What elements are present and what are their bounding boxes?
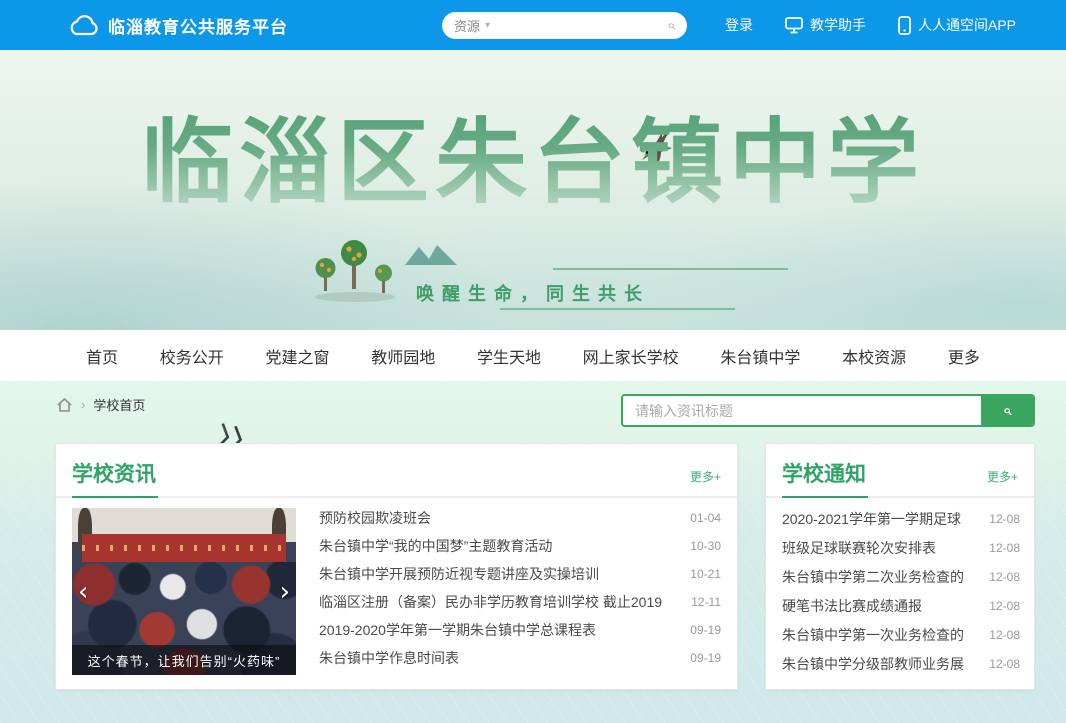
chevron-right-icon: › — [81, 397, 85, 412]
notice-date: 12-08 — [989, 570, 1020, 584]
news-search-box: ⌕ — [621, 394, 1035, 427]
brand[interactable]: 临淄教育公共服务平台 — [68, 13, 288, 38]
news-list-item[interactable]: 2019-2020学年第一学期朱台镇中学总课程表 09-19 — [319, 616, 721, 644]
hero-banner: 临淄区朱台镇中学 唤醒生命，同生共长 — [0, 50, 1066, 330]
notice-list: 2020-2021学年第一学期足球 12-08 班级足球联赛轮次安排表 12-0… — [782, 504, 1020, 678]
breadcrumb: › 学校首页 — [56, 395, 145, 414]
cloud-icon — [68, 14, 98, 36]
panel-divider — [766, 496, 1034, 498]
nav-item-party-building[interactable]: 党建之窗 — [265, 344, 329, 368]
subtitle-rule-bottom — [500, 308, 735, 310]
news-title: 2019-2020学年第一学期朱台镇中学总课程表 — [319, 620, 680, 640]
content-area: 〉〉 › 学校首页 ⌕ 学校资讯 更多+ 这个春节，让我们告别“火药味” ‹ › — [0, 382, 1066, 723]
notice-title: 朱台镇中学分级部教师业务展 — [782, 654, 979, 674]
notice-title: 班级足球联赛轮次安排表 — [782, 538, 979, 558]
news-title: 朱台镇中学“我的中国梦”主题教育活动 — [319, 536, 680, 556]
photo-red-banner — [82, 534, 286, 562]
mountains-decoration — [405, 243, 457, 270]
nav-item-home[interactable]: 首页 — [86, 344, 118, 368]
search-scope-select[interactable]: 资源 — [454, 16, 480, 35]
school-motto: 唤醒生命，同生共长 — [0, 280, 1066, 306]
app-link[interactable]: 人人通空间APP — [898, 15, 1016, 35]
news-list: 预防校园欺凌班会 01-04 朱台镇中学“我的中国梦”主题教育活动 10-30 … — [319, 504, 721, 672]
notice-title: 硬笔书法比赛成绩通报 — [782, 596, 979, 616]
news-search-input[interactable] — [623, 396, 981, 425]
notice-panel-title: 学校通知 — [782, 458, 866, 488]
search-icon[interactable]: ⌕ — [667, 17, 675, 34]
notice-date: 12-08 — [989, 512, 1020, 526]
news-list-item[interactable]: 临淄区注册（备案）民办非学历教育培训学校 截止2019 12-11 — [319, 588, 721, 616]
app-label: 人人通空间APP — [918, 15, 1016, 35]
teaching-assistant-link[interactable]: 教学助手 — [785, 15, 866, 35]
nav-item-school-resources[interactable]: 本校资源 — [842, 344, 906, 368]
news-title: 预防校园欺凌班会 — [319, 508, 680, 528]
login-label: 登录 — [725, 15, 753, 35]
login-link[interactable]: 登录 — [725, 15, 753, 35]
nav-item-zhutai-school[interactable]: 朱台镇中学 — [720, 344, 800, 368]
notice-date: 12-08 — [989, 657, 1020, 671]
notice-date: 12-08 — [989, 541, 1020, 555]
nav-item-student-world[interactable]: 学生天地 — [477, 344, 541, 368]
monitor-icon — [785, 17, 803, 34]
notice-list-item[interactable]: 朱台镇中学第一次业务检查的 12-08 — [782, 620, 1020, 649]
news-date: 12-11 — [691, 595, 721, 609]
notice-title: 朱台镇中学第二次业务检查的 — [782, 567, 979, 587]
home-icon[interactable] — [56, 397, 73, 413]
phone-icon — [898, 16, 911, 35]
news-list-item[interactable]: 朱台镇中学“我的中国梦”主题教育活动 10-30 — [319, 532, 721, 560]
notice-list-item[interactable]: 2020-2021学年第一学期足球 12-08 — [782, 504, 1020, 533]
notice-date: 12-08 — [989, 628, 1020, 642]
search-icon: ⌕ — [1003, 402, 1011, 419]
brand-name: 临淄教育公共服务平台 — [108, 13, 288, 38]
carousel-caption[interactable]: 这个春节，让我们告别“火药味” — [72, 645, 296, 675]
news-date: 09-19 — [690, 651, 721, 665]
news-more-link[interactable]: 更多+ — [690, 468, 721, 485]
school-notice-panel: 学校通知 更多+ 2020-2021学年第一学期足球 12-08 班级足球联赛轮… — [765, 443, 1035, 690]
school-news-panel: 学校资讯 更多+ 这个春节，让我们告别“火药味” ‹ › 预防校园欺凌班会 01… — [55, 443, 738, 690]
chevron-down-icon: ▾ — [485, 20, 490, 31]
notice-title: 2020-2021学年第一学期足球 — [782, 509, 979, 529]
teaching-assistant-label: 教学助手 — [810, 15, 866, 35]
main-nav: 首页 校务公开 党建之窗 教师园地 学生天地 网上家长学校 朱台镇中学 本校资源… — [0, 330, 1066, 382]
news-date: 10-21 — [690, 567, 721, 581]
subtitle-rule-top — [553, 268, 788, 270]
panel-divider — [56, 496, 737, 498]
news-date: 10-30 — [690, 539, 721, 553]
breadcrumb-current[interactable]: 学校首页 — [93, 395, 145, 414]
carousel-prev-arrow[interactable]: ‹ — [78, 579, 88, 605]
notice-date: 12-08 — [989, 599, 1020, 613]
nav-item-school-affairs[interactable]: 校务公开 — [160, 344, 224, 368]
news-list-item[interactable]: 预防校园欺凌班会 01-04 — [319, 504, 721, 532]
news-title: 朱台镇中学作息时间表 — [319, 648, 680, 668]
notice-list-item[interactable]: 朱台镇中学第二次业务检查的 12-08 — [782, 562, 1020, 591]
school-name-title: 临淄区朱台镇中学 — [0, 88, 1066, 221]
notice-more-link[interactable]: 更多+ — [987, 468, 1018, 485]
news-carousel[interactable]: 这个春节，让我们告别“火药味” ‹ › — [72, 508, 296, 675]
news-title: 朱台镇中学开展预防近视专题讲座及实操培训 — [319, 564, 680, 584]
carousel-next-arrow[interactable]: › — [280, 579, 290, 605]
nav-item-parent-school[interactable]: 网上家长学校 — [583, 344, 679, 368]
news-date: 09-19 — [690, 623, 721, 637]
news-list-item[interactable]: 朱台镇中学开展预防近视专题讲座及实操培训 10-21 — [319, 560, 721, 588]
news-title: 临淄区注册（备案）民办非学历教育培训学校 截止2019 — [319, 592, 681, 612]
news-list-item[interactable]: 朱台镇中学作息时间表 09-19 — [319, 644, 721, 672]
notice-list-item[interactable]: 硬笔书法比赛成绩通报 12-08 — [782, 591, 1020, 620]
news-search-button[interactable]: ⌕ — [981, 396, 1033, 425]
news-panel-title: 学校资讯 — [72, 458, 156, 488]
nav-item-more[interactable]: 更多 — [948, 344, 980, 368]
top-search-bar[interactable]: 资源 ▾ ⌕ — [442, 12, 687, 39]
news-date: 01-04 — [690, 511, 721, 525]
notice-title: 朱台镇中学第一次业务检查的 — [782, 625, 979, 645]
notice-list-item[interactable]: 朱台镇中学分级部教师业务展 12-08 — [782, 649, 1020, 678]
nav-item-teacher-garden[interactable]: 教师园地 — [371, 344, 435, 368]
top-bar: 临淄教育公共服务平台 资源 ▾ ⌕ 登录 教学助手 人人通空间APP — [0, 0, 1066, 50]
notice-list-item[interactable]: 班级足球联赛轮次安排表 12-08 — [782, 533, 1020, 562]
